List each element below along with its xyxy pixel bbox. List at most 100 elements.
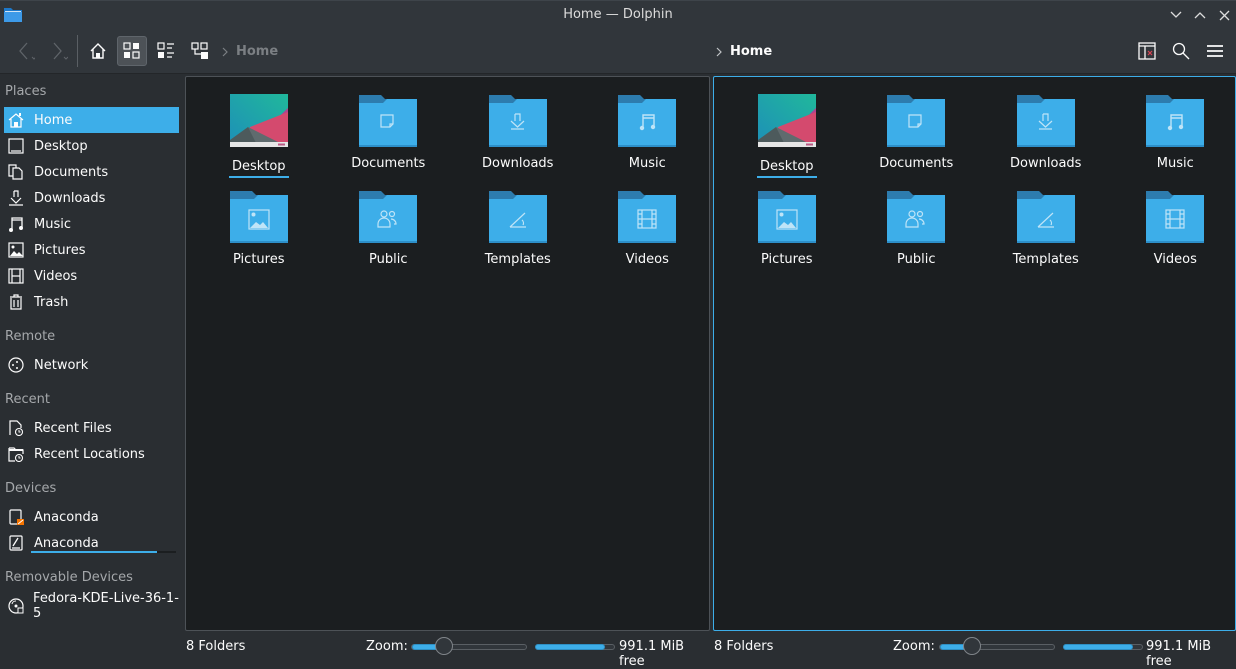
sidebar-item-label: Desktop xyxy=(34,139,88,154)
free-space-label: 991.1 MiB free xyxy=(1146,639,1236,669)
pictures-icon xyxy=(7,241,25,259)
search-button[interactable] xyxy=(1166,36,1196,66)
sidebar-item-label: Videos xyxy=(34,269,77,284)
space-info-bar[interactable] xyxy=(1063,644,1143,650)
folder-name: Templates xyxy=(485,252,551,269)
folder-item-desktop[interactable]: Desktop xyxy=(722,87,852,183)
section-devices: Devices xyxy=(5,481,56,496)
trash-icon xyxy=(7,293,25,311)
maximize-button[interactable] xyxy=(1191,6,1209,24)
music-icon xyxy=(7,215,25,233)
sidebar-item-anaconda-1[interactable]: Anaconda xyxy=(4,504,179,530)
minimize-button[interactable] xyxy=(1167,6,1185,24)
right-view-pane[interactable]: DesktopDocuments Downloads Music Pictures Pu… xyxy=(713,76,1236,631)
sidebar-item-music[interactable]: Music xyxy=(4,211,179,237)
close-split-button[interactable] xyxy=(1132,36,1162,66)
space-info-fill xyxy=(1063,644,1133,650)
folder-item-pictures[interactable]: Pictures xyxy=(722,183,852,279)
folder-item-videos[interactable]: Videos xyxy=(583,183,713,279)
zoom-slider-handle[interactable] xyxy=(963,637,981,655)
folder-item-documents[interactable]: Documents xyxy=(324,87,454,183)
folder-downloads-icon xyxy=(1017,93,1075,149)
compact-view-button[interactable] xyxy=(151,36,181,66)
folder-name: Pictures xyxy=(761,252,812,269)
folder-documents-icon xyxy=(359,93,417,149)
zoom-label: Zoom: xyxy=(893,639,935,654)
file-grid-left: Desktop Documents Downloads Music PicturesPu… xyxy=(194,87,712,279)
sidebar-item-label: Pictures xyxy=(34,243,85,258)
folder-name: Public xyxy=(897,252,935,269)
desktop-thumbnail-icon xyxy=(230,94,288,150)
sidebar-item-downloads[interactable]: Downloads xyxy=(4,185,179,211)
folder-name: Downloads xyxy=(482,156,553,173)
zoom-slider-handle[interactable] xyxy=(435,637,453,655)
tree-view-icon xyxy=(191,42,209,60)
zoom-slider[interactable] xyxy=(411,644,527,650)
folder-name: Documents xyxy=(351,156,425,173)
folder-name: Downloads xyxy=(1010,156,1081,173)
window-title: Home — Dolphin xyxy=(0,7,1236,22)
left-view-pane[interactable]: Desktop Documents Downloads Music PicturesPu… xyxy=(185,76,710,631)
back-button[interactable] xyxy=(10,36,40,66)
home-button[interactable] xyxy=(83,36,113,66)
sidebar-item-label: Anaconda xyxy=(34,536,99,551)
icons-view-button[interactable] xyxy=(117,36,147,66)
folder-videos-icon xyxy=(618,189,676,245)
folder-item-music[interactable]: Music xyxy=(583,87,713,183)
sidebar-item-label: Trash xyxy=(34,295,68,310)
folder-item-downloads[interactable]: Downloads xyxy=(453,87,583,183)
zoom-slider[interactable] xyxy=(939,644,1055,650)
breadcrumb-left[interactable]: Home xyxy=(222,44,278,59)
file-grid-right: DesktopDocuments Downloads Music Pictures Pu… xyxy=(722,87,1236,279)
folder-name: Templates xyxy=(1013,252,1079,269)
recent-files-icon xyxy=(7,419,25,437)
sidebar-item-label: Home xyxy=(34,113,72,128)
folder-item-desktop[interactable]: Desktop xyxy=(194,87,324,183)
title-bar: Home — Dolphin xyxy=(0,0,1236,29)
folder-videos-icon xyxy=(1146,189,1204,245)
breadcrumb-left-home[interactable]: Home xyxy=(236,44,278,59)
sidebar-item-home[interactable]: Home xyxy=(4,107,179,133)
folder-name: Music xyxy=(629,156,666,173)
folder-item-downloads[interactable]: Downloads xyxy=(981,87,1111,183)
split-view-close-icon xyxy=(1138,42,1156,60)
folder-public-icon xyxy=(359,189,417,245)
sidebar-item-documents[interactable]: Documents xyxy=(4,159,179,185)
folder-item-templates[interactable]: Templates xyxy=(453,183,583,279)
sidebar-item-recent-files[interactable]: Recent Files xyxy=(4,415,179,441)
sidebar-item-desktop[interactable]: Desktop xyxy=(4,133,179,159)
details-view-button[interactable] xyxy=(185,36,215,66)
breadcrumb-right[interactable]: Home xyxy=(716,44,772,59)
breadcrumb-right-home[interactable]: Home xyxy=(730,44,772,59)
chevron-right-icon xyxy=(716,47,722,57)
go-forward-icon xyxy=(46,40,68,62)
sidebar-item-trash[interactable]: Trash xyxy=(4,289,179,315)
folder-item-public[interactable]: Public xyxy=(852,183,982,279)
space-info-fill xyxy=(535,644,605,650)
folder-item-videos[interactable]: Videos xyxy=(1111,183,1236,279)
desktop-icon xyxy=(7,137,25,155)
folder-item-documents[interactable]: Documents xyxy=(852,87,982,183)
sidebar-item-label: Fedora-KDE-Live-36-1-5 xyxy=(33,591,179,621)
folder-name: Music xyxy=(1157,156,1194,173)
folder-item-public[interactable]: Public xyxy=(324,183,454,279)
folder-item-music[interactable]: Music xyxy=(1111,87,1236,183)
downloads-icon xyxy=(7,189,25,207)
folder-name: Videos xyxy=(1154,252,1197,269)
menu-button[interactable] xyxy=(1200,36,1230,66)
sidebar-item-network[interactable]: Network xyxy=(4,352,179,378)
close-button[interactable] xyxy=(1215,6,1233,24)
sidebar-item-recent-locations[interactable]: Recent Locations xyxy=(4,441,179,467)
folder-item-templates[interactable]: Templates xyxy=(981,183,1111,279)
item-count: 8 Folders xyxy=(186,639,245,654)
sidebar-item-fedora-live[interactable]: Fedora-KDE-Live-36-1-5 xyxy=(4,593,179,619)
sidebar-item-pictures[interactable]: Pictures xyxy=(4,237,179,263)
forward-button[interactable] xyxy=(42,36,72,66)
space-info-bar[interactable] xyxy=(535,644,615,650)
sidebar-item-videos[interactable]: Videos xyxy=(4,263,179,289)
sidebar-item-label: Recent Locations xyxy=(34,447,145,462)
section-removable-devices: Removable Devices xyxy=(5,570,133,585)
folder-public-icon xyxy=(887,189,945,245)
folder-item-pictures[interactable]: Pictures xyxy=(194,183,324,279)
folder-music-icon xyxy=(618,93,676,149)
